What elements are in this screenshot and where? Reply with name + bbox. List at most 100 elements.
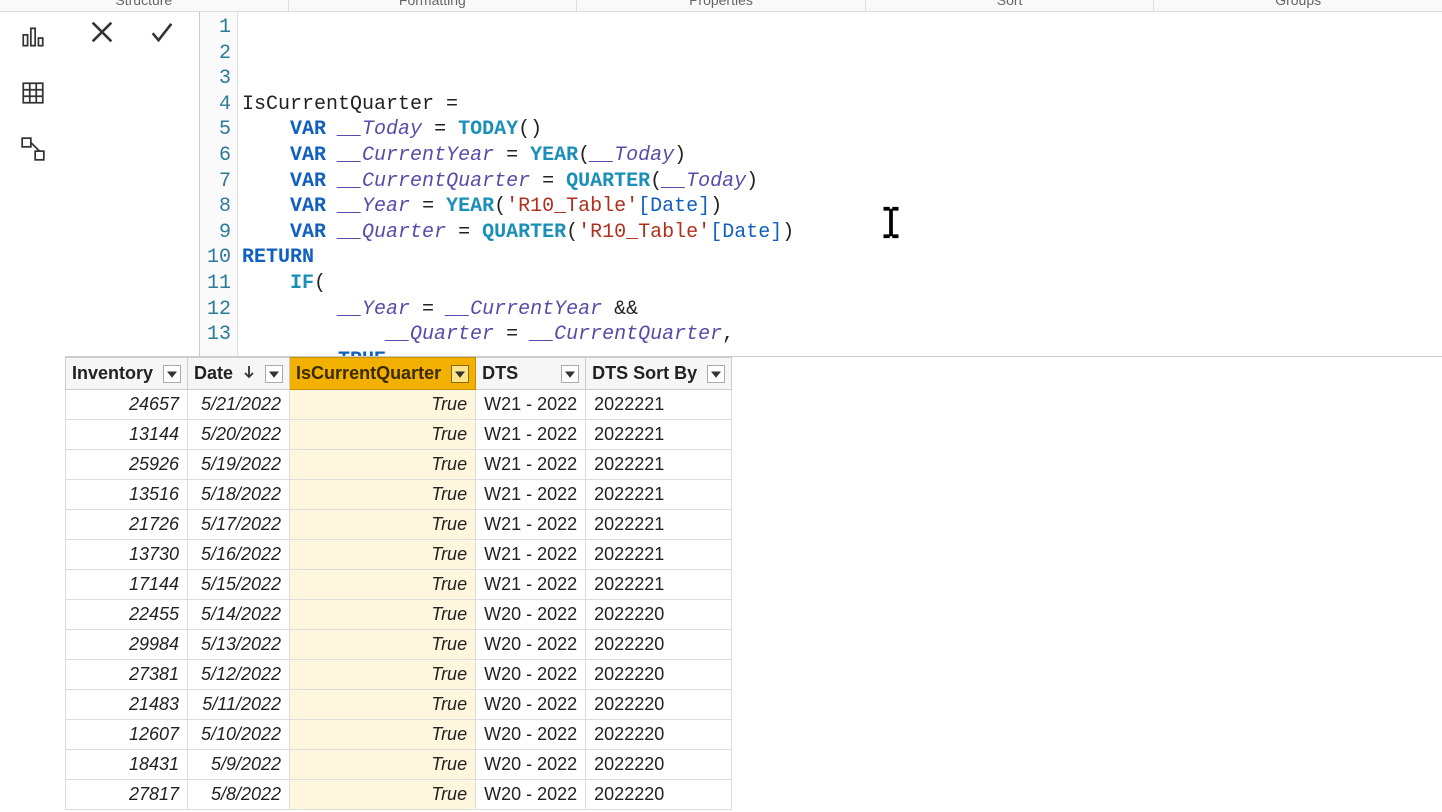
cell[interactable]: 2022221 [586, 540, 732, 570]
cell[interactable]: 2022220 [586, 660, 732, 690]
code-line[interactable]: RETURN [242, 245, 1442, 271]
table-row[interactable]: 246575/21/2022TrueW21 - 20222022221 [66, 390, 732, 420]
ribbon-tab-properties[interactable]: Properties [577, 0, 866, 11]
table-row[interactable]: 171445/15/2022TrueW21 - 20222022221 [66, 570, 732, 600]
cell[interactable]: 2022220 [586, 600, 732, 630]
cell[interactable]: W21 - 2022 [476, 540, 586, 570]
cell[interactable]: 5/17/2022 [188, 510, 290, 540]
table-row[interactable]: 137305/16/2022TrueW21 - 20222022221 [66, 540, 732, 570]
column-header-date[interactable]: Date [188, 358, 290, 390]
cell[interactable]: 5/14/2022 [188, 600, 290, 630]
cell[interactable]: W20 - 2022 [476, 600, 586, 630]
cell[interactable]: 12607 [66, 720, 188, 750]
cell[interactable]: 2022220 [586, 720, 732, 750]
cell[interactable]: 2022220 [586, 780, 732, 810]
code-line[interactable]: VAR __Quarter = QUARTER('R10_Table'[Date… [242, 220, 1442, 246]
table-row[interactable]: 278175/8/2022TrueW20 - 20222022220 [66, 780, 732, 810]
table-row[interactable]: 214835/11/2022TrueW20 - 20222022220 [66, 690, 732, 720]
table-row[interactable]: 217265/17/2022TrueW21 - 20222022221 [66, 510, 732, 540]
cell[interactable]: True [290, 420, 476, 450]
ribbon-tab-formatting[interactable]: Formatting [289, 0, 578, 11]
filter-dropdown-icon[interactable] [707, 365, 725, 383]
cell[interactable]: 5/12/2022 [188, 660, 290, 690]
cell[interactable]: 27817 [66, 780, 188, 810]
ribbon-tab-sort[interactable]: Sort [866, 0, 1155, 11]
table-row[interactable]: 224555/14/2022TrueW20 - 20222022220 [66, 600, 732, 630]
cell[interactable]: 22455 [66, 600, 188, 630]
cell[interactable]: True [290, 390, 476, 420]
data-view-icon[interactable] [16, 76, 50, 110]
commit-formula-button[interactable] [146, 16, 178, 48]
cell[interactable]: 2022221 [586, 450, 732, 480]
filter-dropdown-icon[interactable] [451, 365, 469, 383]
cell[interactable]: 13144 [66, 420, 188, 450]
cell[interactable]: True [290, 600, 476, 630]
cell[interactable]: W20 - 2022 [476, 690, 586, 720]
cancel-formula-button[interactable] [86, 16, 118, 48]
cell[interactable]: 29984 [66, 630, 188, 660]
table-row[interactable]: 259265/19/2022TrueW21 - 20222022221 [66, 450, 732, 480]
table-row[interactable]: 299845/13/2022TrueW20 - 20222022220 [66, 630, 732, 660]
cell[interactable]: 21726 [66, 510, 188, 540]
cell[interactable]: W21 - 2022 [476, 450, 586, 480]
cell[interactable]: 5/13/2022 [188, 630, 290, 660]
cell[interactable]: 5/19/2022 [188, 450, 290, 480]
filter-dropdown-icon[interactable] [561, 365, 579, 383]
cell[interactable]: W20 - 2022 [476, 660, 586, 690]
table-row[interactable]: 184315/9/2022TrueW20 - 20222022220 [66, 750, 732, 780]
cell[interactable]: True [290, 510, 476, 540]
code-line[interactable]: IF( [242, 271, 1442, 297]
model-view-icon[interactable] [16, 132, 50, 166]
cell[interactable]: 17144 [66, 570, 188, 600]
cell[interactable]: True [290, 780, 476, 810]
cell[interactable]: 5/10/2022 [188, 720, 290, 750]
cell[interactable]: 13516 [66, 480, 188, 510]
cell[interactable]: True [290, 450, 476, 480]
formula-editor[interactable]: 12345678910111213 IsCurrentQuarter = VAR… [200, 12, 1442, 356]
cell[interactable]: 25926 [66, 450, 188, 480]
filter-dropdown-icon[interactable] [163, 365, 181, 383]
cell[interactable]: W20 - 2022 [476, 630, 586, 660]
code-line[interactable]: __Quarter = __CurrentQuarter, [242, 322, 1442, 348]
code-line[interactable]: VAR __CurrentYear = YEAR(__Today) [242, 143, 1442, 169]
cell[interactable]: True [290, 690, 476, 720]
cell[interactable]: 5/15/2022 [188, 570, 290, 600]
cell[interactable]: True [290, 660, 476, 690]
data-table[interactable]: InventoryDateIsCurrentQuarterDTSDTS Sort… [65, 357, 732, 810]
cell[interactable]: 2022221 [586, 570, 732, 600]
cell[interactable]: 5/21/2022 [188, 390, 290, 420]
cell[interactable]: 2022221 [586, 510, 732, 540]
cell[interactable]: 13730 [66, 540, 188, 570]
cell[interactable]: W20 - 2022 [476, 780, 586, 810]
cell[interactable]: W21 - 2022 [476, 480, 586, 510]
table-row[interactable]: 135165/18/2022TrueW21 - 20222022221 [66, 480, 732, 510]
cell[interactable]: 2022220 [586, 630, 732, 660]
cell[interactable]: W20 - 2022 [476, 720, 586, 750]
cell[interactable]: W21 - 2022 [476, 510, 586, 540]
cell[interactable]: True [290, 480, 476, 510]
cell[interactable]: 2022221 [586, 390, 732, 420]
code-line[interactable]: VAR __Year = YEAR('R10_Table'[Date]) [242, 194, 1442, 220]
code-line[interactable]: TRUE, [242, 348, 1442, 356]
column-header-inventory[interactable]: Inventory [66, 358, 188, 390]
table-row[interactable]: 131445/20/2022TrueW21 - 20222022221 [66, 420, 732, 450]
table-row[interactable]: 273815/12/2022TrueW20 - 20222022220 [66, 660, 732, 690]
cell[interactable]: True [290, 750, 476, 780]
cell[interactable]: 5/16/2022 [188, 540, 290, 570]
cell[interactable]: 5/9/2022 [188, 750, 290, 780]
code-line[interactable]: __Year = __CurrentYear && [242, 297, 1442, 323]
cell[interactable]: 5/18/2022 [188, 480, 290, 510]
cell[interactable]: 2022220 [586, 690, 732, 720]
cell[interactable]: True [290, 720, 476, 750]
cell[interactable]: W20 - 2022 [476, 750, 586, 780]
code-line[interactable]: VAR __CurrentQuarter = QUARTER(__Today) [242, 169, 1442, 195]
code-line[interactable]: IsCurrentQuarter = [242, 92, 1442, 118]
table-row[interactable]: 126075/10/2022TrueW20 - 20222022220 [66, 720, 732, 750]
ribbon-tab-structure[interactable]: Structure [0, 0, 289, 11]
cell[interactable]: 5/8/2022 [188, 780, 290, 810]
cell[interactable]: W21 - 2022 [476, 390, 586, 420]
cell[interactable]: 18431 [66, 750, 188, 780]
cell[interactable]: W21 - 2022 [476, 570, 586, 600]
filter-dropdown-icon[interactable] [265, 365, 283, 383]
report-view-icon[interactable] [16, 20, 50, 54]
